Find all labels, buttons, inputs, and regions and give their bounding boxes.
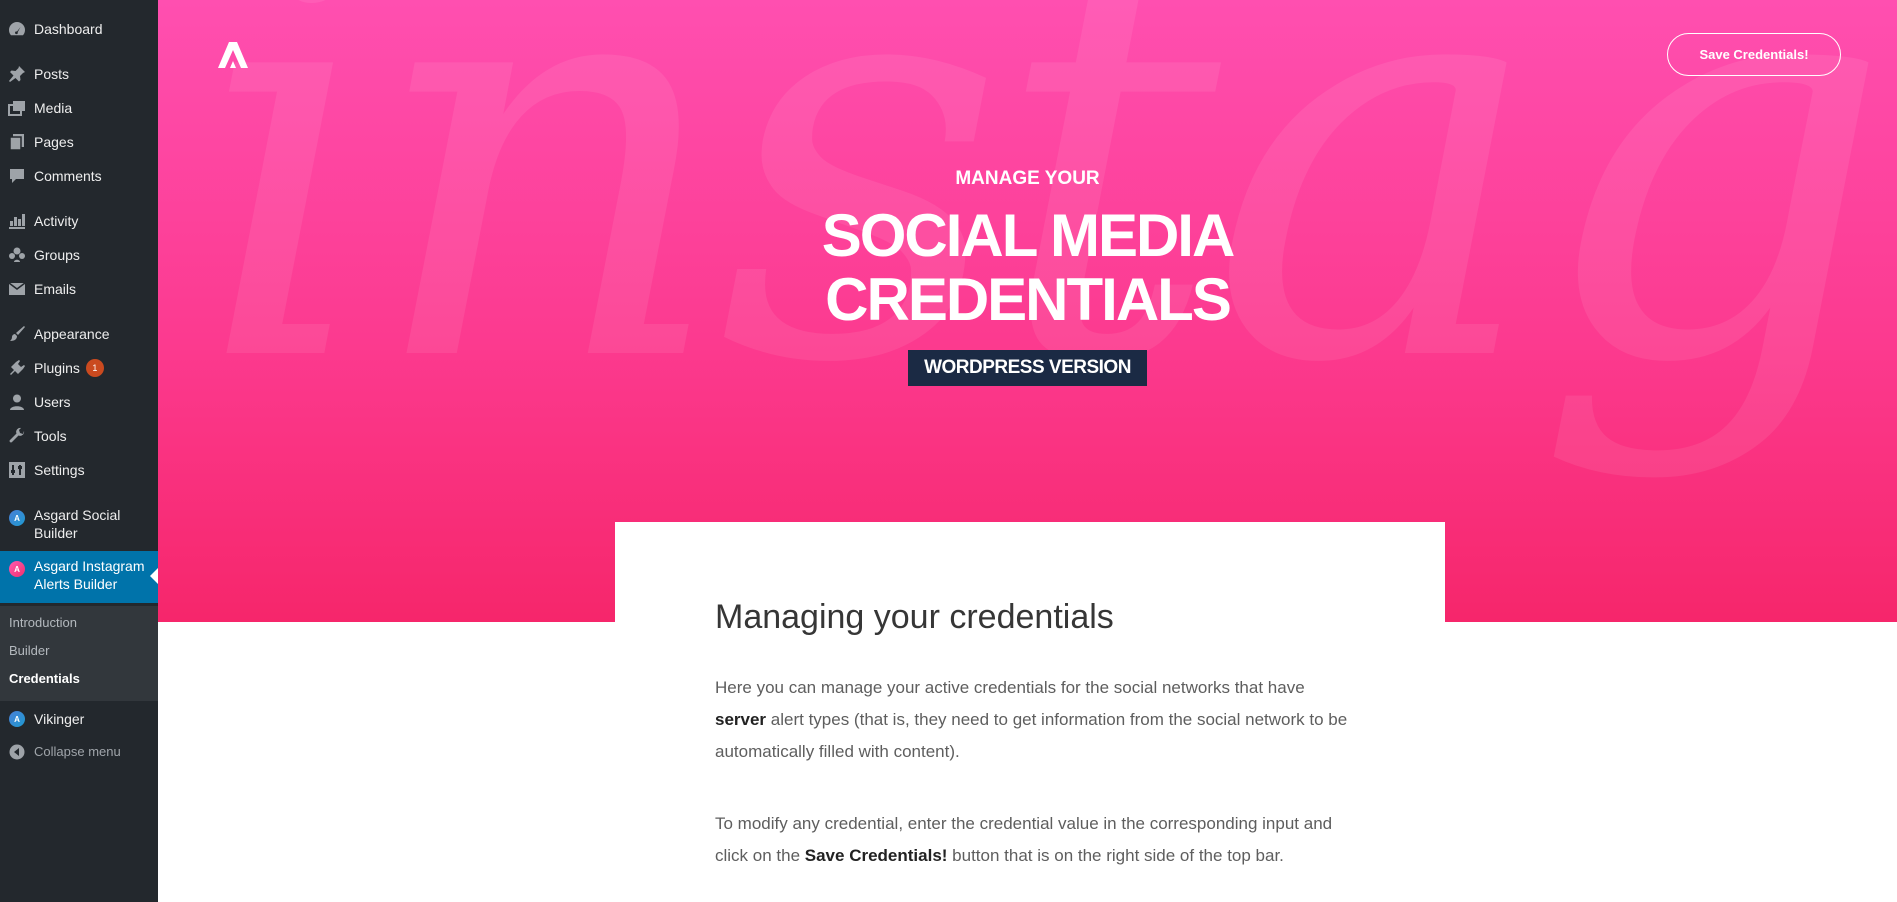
- hero-tag-wrap: WORDPRESS VERSION: [158, 350, 1897, 386]
- collapse-arrow-icon: [0, 735, 34, 769]
- sidebar-item-media[interactable]: Media: [0, 91, 158, 125]
- sidebar-item-users[interactable]: Users: [0, 385, 158, 419]
- sidebar-item-label: Plugins: [34, 360, 80, 376]
- plug-icon: [0, 351, 34, 385]
- sidebar-item-label: Groups: [34, 247, 80, 263]
- version-tag: WORDPRESS VERSION: [908, 350, 1147, 386]
- pushpin-icon: [0, 57, 34, 91]
- asgard-logo-icon: [218, 42, 248, 68]
- sidebar-item-label: Vikinger: [34, 711, 85, 727]
- hero-title-line: CREDENTIALS: [825, 266, 1232, 333]
- submenu-item-credentials[interactable]: Credentials: [9, 671, 80, 686]
- sidebar-item-label: Collapse menu: [34, 744, 121, 759]
- section-heading: Managing your credentials: [715, 598, 1114, 636]
- content-card: Managing your credentials Here you can m…: [615, 522, 1445, 902]
- sidebar-item-label: Emails: [34, 281, 77, 297]
- sidebar-item-label: Comments: [34, 168, 102, 184]
- sidebar-item-activity[interactable]: Activity: [0, 204, 158, 238]
- user-icon: [0, 385, 34, 419]
- comment-bubble-icon: [0, 159, 34, 193]
- app-root: Dashboard Posts Media Pages Comments Act…: [0, 0, 1897, 902]
- sidebar-item-label: Settings: [34, 462, 85, 478]
- sidebar-item-appearance[interactable]: Appearance: [0, 317, 158, 351]
- hero-eyebrow: MANAGE YOUR: [955, 168, 1100, 189]
- instructions-paragraph: To modify any credential, enter the cred…: [715, 814, 1333, 865]
- submenu-item-builder[interactable]: Builder: [9, 643, 49, 658]
- dashboard-icon: [0, 12, 34, 46]
- sidebar-item-label: Dashboard: [34, 21, 103, 37]
- collapse-menu-button[interactable]: Collapse menu: [0, 735, 158, 769]
- activity-icon: [0, 204, 34, 238]
- sidebar-item-label: Pages: [34, 134, 74, 150]
- submenu-item-introduction[interactable]: Introduction: [9, 615, 77, 630]
- save-credentials-keyword: Save Credentials!: [804, 846, 948, 865]
- sidebar-item-settings[interactable]: Settings: [0, 453, 158, 487]
- hero-title-line: SOCIAL MEDIA: [821, 202, 1236, 269]
- asgard-logo-icon: A: [0, 504, 34, 532]
- wrench-icon: [0, 419, 34, 453]
- sidebar-item-tools[interactable]: Tools: [0, 419, 158, 453]
- sidebar-item-asgard-instagram-alerts-builder[interactable]: A Asgard Instagram Alerts Builder: [0, 551, 158, 603]
- hero-title: SOCIAL MEDIA CREDENTIALS: [158, 204, 1897, 332]
- pages-icon: [0, 125, 34, 159]
- save-credentials-button[interactable]: Save Credentials!: [1667, 33, 1841, 76]
- settings-sliders-icon: [0, 453, 34, 487]
- sidebar-item-label: Users: [34, 394, 71, 410]
- sidebar-item-dashboard[interactable]: Dashboard: [0, 12, 158, 46]
- sidebar-item-label: Activity: [34, 213, 79, 229]
- update-count-badge: 1: [85, 359, 104, 377]
- groups-icon: [0, 238, 34, 272]
- sidebar-item-label: Posts: [34, 66, 70, 82]
- sidebar-item-vikinger[interactable]: A Vikinger: [0, 702, 158, 736]
- sidebar-item-label: Appearance: [34, 326, 110, 342]
- server-keyword: server: [715, 710, 767, 729]
- sidebar-item-label: Asgard Social Builder: [34, 507, 121, 541]
- sidebar-item-label: Media: [34, 100, 73, 116]
- asgard-instagram-logo-icon: A: [0, 555, 34, 583]
- sidebar-item-plugins[interactable]: Plugins 1: [0, 351, 158, 385]
- envelope-icon: [0, 272, 34, 306]
- sidebar-item-groups[interactable]: Groups: [0, 238, 158, 272]
- vikinger-logo-icon: A: [0, 702, 34, 736]
- sidebar-item-emails[interactable]: Emails: [0, 272, 158, 306]
- admin-sidebar: Dashboard Posts Media Pages Comments Act…: [0, 0, 158, 902]
- media-icon: [0, 91, 34, 125]
- sidebar-item-comments[interactable]: Comments: [0, 159, 158, 193]
- paintbrush-icon: [0, 317, 34, 351]
- sidebar-item-label: Tools: [34, 428, 67, 444]
- submenu: Introduction Builder Credentials: [0, 606, 158, 701]
- intro-paragraph: Here you can manage your active credenti…: [715, 678, 1348, 761]
- sidebar-item-pages[interactable]: Pages: [0, 125, 158, 159]
- sidebar-item-asgard-social-builder[interactable]: A Asgard Social Builder: [0, 500, 158, 552]
- sidebar-item-label: Asgard Instagram Alerts Builder: [34, 558, 145, 592]
- sidebar-item-posts[interactable]: Posts: [0, 57, 158, 91]
